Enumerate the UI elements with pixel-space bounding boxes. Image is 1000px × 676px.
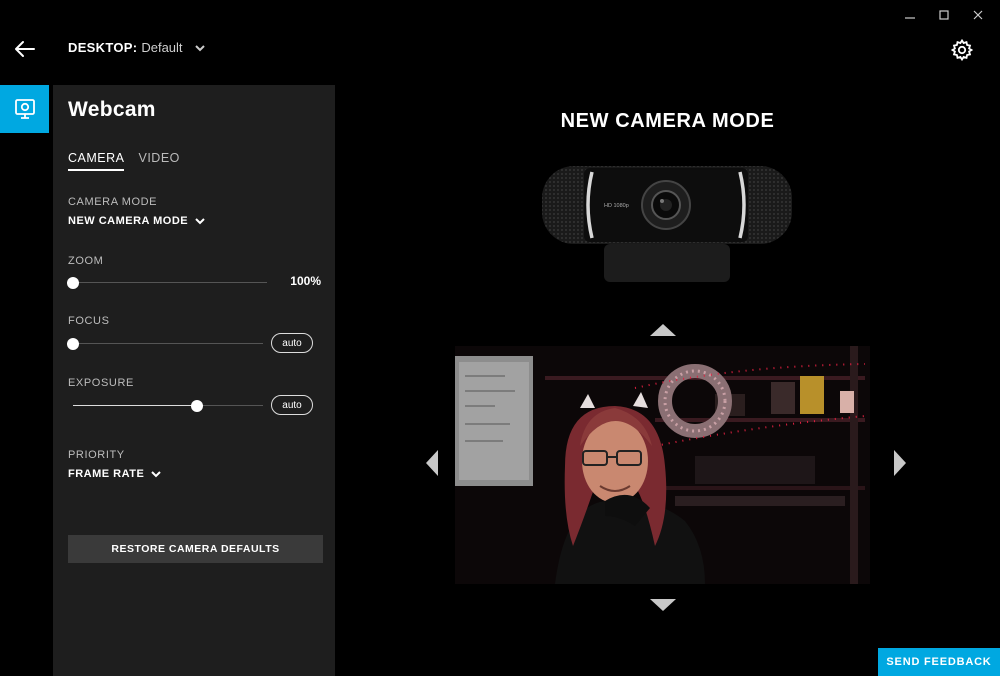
restore-defaults-button[interactable]: RESTORE CAMERA DEFAULTS bbox=[68, 535, 323, 563]
arrow-left-icon[interactable] bbox=[424, 448, 440, 478]
close-button[interactable] bbox=[968, 6, 988, 24]
webcam-illustration: HD 1080p bbox=[542, 166, 792, 282]
tab-bar: CAMERA VIDEO bbox=[68, 151, 180, 171]
profile-label: DESKTOP: bbox=[68, 40, 138, 55]
camera-mode-dropdown[interactable]: NEW CAMERA MODE bbox=[68, 215, 206, 227]
maximize-button[interactable] bbox=[934, 6, 954, 24]
profile-selector[interactable]: DESKTOP: Default bbox=[68, 40, 207, 55]
chevron-down-icon bbox=[195, 218, 205, 225]
close-icon bbox=[973, 10, 983, 20]
camera-badge-text: HD 1080p bbox=[604, 203, 629, 209]
camera-mode-label: CAMERA MODE bbox=[68, 196, 158, 208]
exposure-slider-handle[interactable] bbox=[190, 400, 203, 412]
camera-preview bbox=[455, 346, 870, 584]
exposure-auto-button[interactable]: auto bbox=[271, 395, 313, 415]
webcam-settings-panel: Webcam CAMERA VIDEO CAMERA MODE NEW CAME… bbox=[53, 85, 335, 676]
zoom-value: 100% bbox=[290, 274, 321, 288]
gear-icon bbox=[950, 38, 974, 62]
zoom-label: ZOOM bbox=[68, 255, 104, 267]
window-controls bbox=[900, 6, 988, 24]
arrow-down-icon[interactable] bbox=[648, 597, 678, 613]
camera-mode-title: NEW CAMERA MODE bbox=[560, 110, 775, 132]
zoom-slider[interactable] bbox=[67, 277, 267, 289]
settings-button[interactable] bbox=[950, 38, 974, 62]
focus-slider-track bbox=[73, 343, 263, 344]
maximize-icon bbox=[939, 10, 949, 20]
chevron-down-icon bbox=[194, 44, 205, 51]
focus-auto-button[interactable]: auto bbox=[271, 333, 313, 353]
tab-camera[interactable]: CAMERA bbox=[68, 151, 125, 171]
arrow-right-icon[interactable] bbox=[892, 448, 908, 478]
preview-image bbox=[455, 346, 870, 584]
zoom-slider-handle[interactable] bbox=[67, 277, 79, 289]
sidebar-item-webcam[interactable] bbox=[0, 85, 49, 133]
focus-label: FOCUS bbox=[68, 315, 110, 327]
exposure-slider[interactable] bbox=[73, 400, 263, 412]
exposure-label: EXPOSURE bbox=[68, 377, 134, 389]
exposure-slider-fill bbox=[73, 405, 197, 406]
arrow-left-icon bbox=[15, 41, 35, 57]
send-feedback-button[interactable]: SEND FEEDBACK bbox=[878, 648, 1000, 676]
zoom-slider-track bbox=[73, 282, 267, 283]
tab-video[interactable]: VIDEO bbox=[138, 151, 179, 171]
arrow-up-icon[interactable] bbox=[648, 322, 678, 338]
profile-value: Default bbox=[141, 40, 183, 55]
back-button[interactable] bbox=[12, 36, 38, 62]
focus-slider[interactable] bbox=[67, 338, 263, 350]
priority-value: FRAME RATE bbox=[68, 468, 145, 480]
priority-dropdown[interactable]: FRAME RATE bbox=[68, 468, 162, 480]
panel-title: Webcam bbox=[68, 98, 156, 121]
camera-mode-value: NEW CAMERA MODE bbox=[68, 215, 189, 227]
priority-label: PRIORITY bbox=[68, 449, 125, 461]
focus-slider-handle[interactable] bbox=[67, 338, 79, 350]
minimize-button[interactable] bbox=[900, 6, 920, 24]
minimize-icon bbox=[905, 17, 915, 19]
chevron-down-icon bbox=[151, 471, 162, 478]
webcam-icon bbox=[14, 99, 35, 119]
